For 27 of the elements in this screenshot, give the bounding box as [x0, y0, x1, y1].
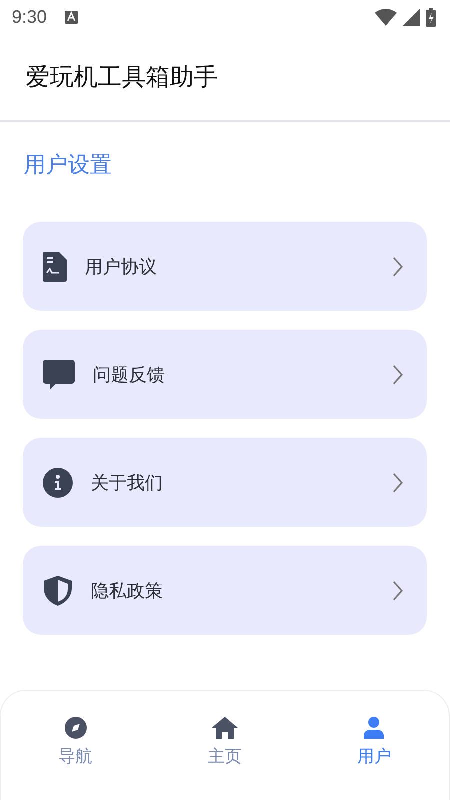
settings-item-label: 隐私政策 — [91, 580, 164, 602]
chat-icon — [43, 360, 75, 390]
status-time: 9:30 — [12, 6, 48, 28]
chevron-right-icon — [393, 472, 403, 492]
settings-item-label: 关于我们 — [91, 472, 164, 494]
battery-icon — [426, 8, 436, 26]
shield-icon — [43, 576, 73, 606]
chevron-right-icon — [393, 364, 403, 384]
nav-tab[interactable]: 用户 — [300, 717, 449, 768]
settings-item-label: 问题反馈 — [93, 364, 166, 386]
keyboard-notification-icon — [65, 10, 78, 24]
user-icon — [364, 717, 384, 739]
settings-item[interactable]: 关于我们 — [23, 438, 427, 527]
wifi-icon — [375, 8, 397, 26]
settings-item[interactable]: 问题反馈 — [23, 330, 427, 419]
app-title: 爱玩机工具箱助手 — [26, 62, 218, 93]
document-icon — [43, 252, 67, 282]
settings-item-label: 用户协议 — [85, 256, 158, 278]
settings-item[interactable]: 隐私政策 — [23, 546, 427, 635]
home-icon — [212, 717, 238, 739]
settings-item[interactable]: 用户协议 — [23, 222, 427, 311]
chevron-right-icon — [393, 580, 403, 600]
chevron-right-icon — [393, 256, 403, 276]
compass-icon — [64, 717, 87, 739]
signal-icon — [403, 8, 420, 26]
section-title: 用户设置 — [24, 152, 113, 180]
info-icon — [43, 468, 73, 498]
